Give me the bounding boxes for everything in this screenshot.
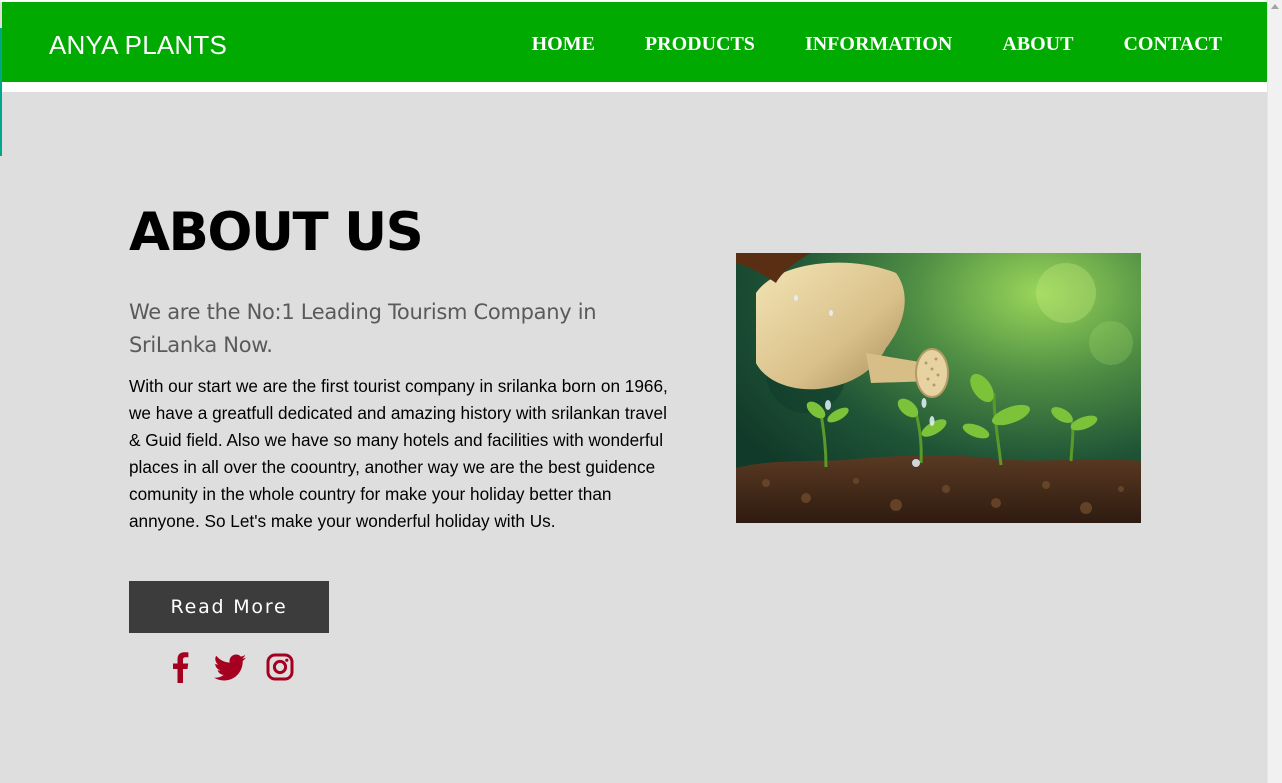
read-more-button[interactable]: Read More [129,581,329,633]
twitter-icon[interactable] [213,650,247,684]
navbar: ANYA PLANTS HOME PRODUCTS INFORMATION AB… [2,2,1267,82]
nav-about[interactable]: ABOUT [1002,33,1073,56]
nav-menu: HOME PRODUCTS INFORMATION ABOUT CONTACT [482,33,1222,56]
scroll-up-arrow-icon[interactable] [1271,4,1279,9]
navbar-underline [2,82,1267,92]
nav-information[interactable]: INFORMATION [805,33,952,56]
vertical-scrollbar[interactable] [1267,0,1282,783]
nav-products[interactable]: PRODUCTS [645,33,755,56]
facebook-icon[interactable] [163,650,197,684]
watering-plants-image [736,253,1141,523]
social-links [163,650,313,684]
about-description: With our start we are the first tourist … [129,376,668,531]
brand-logo-text[interactable]: ANYA PLANTS [49,30,227,61]
nav-contact[interactable]: CONTACT [1123,33,1222,56]
instagram-icon[interactable] [263,650,297,684]
page-title: ABOUT US [129,202,424,263]
nav-home[interactable]: HOME [532,33,595,56]
about-subtitle: We are the No:1 Leading Tourism Company … [129,300,597,357]
